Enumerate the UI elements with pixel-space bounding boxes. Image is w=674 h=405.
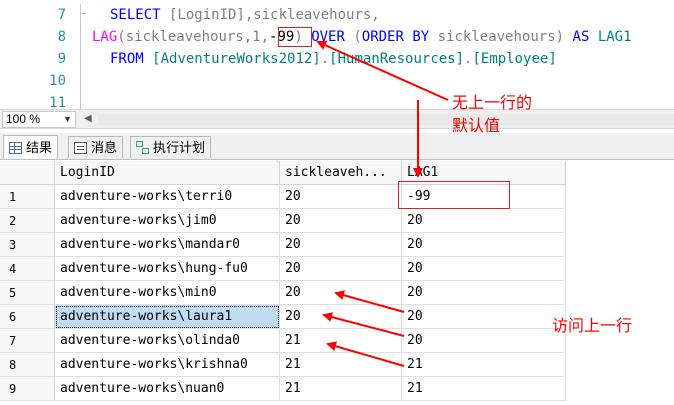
cell-loginid[interactable]: adventure-works\mandar0 — [55, 233, 280, 257]
row-header-corner[interactable] — [0, 161, 55, 185]
cell-loginid[interactable]: adventure-works\min0 — [55, 281, 280, 305]
horizontal-scrollbar[interactable] — [98, 114, 674, 125]
chevron-down-icon: ▼ — [63, 114, 72, 124]
tab-label: 执行计划 — [153, 140, 206, 155]
result-tabs: 结果 消息 执行计划 — [0, 133, 674, 160]
first-lag-highlight — [398, 181, 510, 209]
row-number[interactable]: 6 — [0, 305, 55, 329]
zoom-dropdown[interactable]: 100 % ▼ — [2, 111, 76, 128]
tab-execution-plan[interactable]: 执行计划 — [130, 136, 212, 158]
cell-loginid[interactable]: adventure-works\krishna0 — [55, 353, 280, 377]
results-grid[interactable]: LoginID sickleaveh... LAG1 1 adventure-w… — [0, 161, 674, 405]
cell-lag1[interactable]: 20 — [402, 305, 566, 329]
results-grid-icon — [9, 141, 22, 154]
lag-args: (sickleavehours,1, — [117, 29, 270, 45]
column-alias: LAG1 — [597, 29, 632, 45]
line-number: 9 — [57, 51, 66, 67]
over-keyword: OVER — [311, 29, 345, 45]
column-header-sickleavehours[interactable]: sickleaveh... — [280, 161, 402, 185]
execution-plan-icon — [136, 141, 149, 154]
annotation-no-prev-row-2: 默认值 — [452, 116, 501, 135]
row-number[interactable]: 5 — [0, 281, 55, 305]
cell-sickleavehours[interactable]: 20 — [280, 209, 402, 233]
line-number: 10 — [49, 73, 66, 89]
over-close-paren: ) — [555, 29, 565, 45]
outline-guide — [80, 14, 81, 109]
cell-lag1[interactable]: 21 — [402, 377, 566, 401]
cell-sickleavehours[interactable]: 20 — [280, 305, 402, 329]
over-open-paren: ( — [344, 29, 362, 45]
cell-sickleavehours[interactable]: 21 — [280, 377, 402, 401]
collapse-marker[interactable] — [80, 4, 86, 14]
select-list: [LoginID],sickleavehours, — [160, 7, 380, 23]
cell-sickleavehours[interactable]: 21 — [280, 329, 402, 353]
schema-name: [HumanResources] — [329, 51, 465, 67]
database-name: [AdventureWorks2012] — [152, 51, 321, 67]
line-number: 11 — [49, 95, 66, 109]
cell-lag1[interactable]: 20 — [402, 209, 566, 233]
row-number[interactable]: 1 — [0, 185, 55, 209]
cell-loginid-selected[interactable]: adventure-works\laura1 — [55, 305, 280, 329]
annotation-no-prev-row-1: 无上一行的 — [452, 93, 533, 112]
as-keyword: AS — [572, 29, 590, 45]
order-by-column: sickleavehours — [429, 29, 556, 45]
editor-status-strip: 100 % ▼ ◀ — [0, 109, 674, 129]
cell-lag1[interactable]: 21 — [402, 353, 566, 377]
annotation-access-prev-row: 访问上一行 — [552, 316, 633, 335]
from-keyword: FROM — [110, 51, 144, 67]
tab-messages[interactable]: 消息 — [68, 136, 124, 158]
cell-loginid[interactable]: adventure-works\terri0 — [55, 185, 280, 209]
cell-loginid[interactable]: adventure-works\jim0 — [55, 209, 280, 233]
table-name: [Employee] — [472, 51, 557, 67]
cell-loginid[interactable]: adventure-works\olinda0 — [55, 329, 280, 353]
code-line-7[interactable]: SELECT [LoginID],sickleavehours, — [110, 4, 380, 26]
default-value-highlight — [278, 27, 312, 47]
cell-sickleavehours[interactable]: 20 — [280, 257, 402, 281]
scroll-left-icon[interactable]: ◀ — [84, 113, 92, 124]
select-keyword: SELECT — [110, 7, 161, 23]
line-number: 8 — [57, 29, 66, 45]
cell-loginid[interactable]: adventure-works\nuan0 — [55, 377, 280, 401]
row-number[interactable]: 9 — [0, 377, 55, 401]
cell-loginid[interactable]: adventure-works\hung-fu0 — [55, 257, 280, 281]
code-line-9[interactable]: FROM [AdventureWorks2012].[HumanResource… — [110, 48, 557, 70]
cell-sickleavehours[interactable]: 20 — [280, 281, 402, 305]
row-number[interactable]: 7 — [0, 329, 55, 353]
cell-sickleavehours[interactable]: 20 — [280, 185, 402, 209]
row-number[interactable]: 4 — [0, 257, 55, 281]
code-line-8[interactable]: LAG(sickleavehours,1,-99) OVER (ORDER BY… — [92, 26, 632, 48]
cell-sickleavehours[interactable]: 21 — [280, 353, 402, 377]
line-number: 7 — [57, 7, 66, 23]
row-number[interactable]: 3 — [0, 233, 55, 257]
row-number[interactable]: 8 — [0, 353, 55, 377]
cell-lag1[interactable]: 20 — [402, 257, 566, 281]
zoom-level: 100 % — [6, 112, 41, 126]
order-by-keyword: ORDER BY — [361, 29, 430, 45]
sql-editor[interactable]: 7 8 9 10 11 SELECT [LoginID],sickleaveho… — [0, 0, 674, 109]
column-header-loginid[interactable]: LoginID — [55, 161, 280, 185]
messages-icon — [74, 141, 87, 154]
dot-separator: . — [320, 51, 330, 67]
tab-label: 结果 — [26, 140, 53, 155]
cell-sickleavehours[interactable]: 20 — [280, 233, 402, 257]
tab-results[interactable]: 结果 — [3, 135, 59, 159]
row-number[interactable]: 2 — [0, 209, 55, 233]
cell-lag1[interactable]: 20 — [402, 281, 566, 305]
tab-label: 消息 — [91, 140, 118, 155]
cell-lag1[interactable]: 20 — [402, 233, 566, 257]
cell-lag1[interactable]: 20 — [402, 329, 566, 353]
lag-function: LAG — [92, 29, 118, 45]
